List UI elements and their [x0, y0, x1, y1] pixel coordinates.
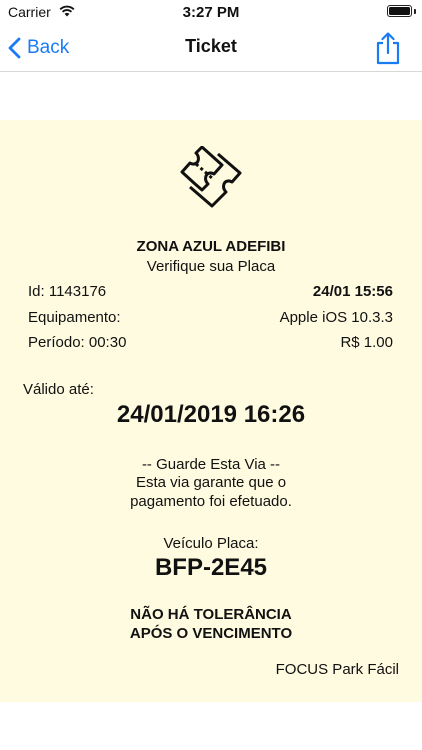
- ticket-datetime: 24/01 15:56: [312, 283, 393, 300]
- ticket-id: Id: 1143176: [28, 283, 107, 300]
- ticket-card: ZONA AZUL ADEFIBI Verifique sua Placa Id…: [0, 120, 422, 702]
- period-label: Período: 00:30: [28, 334, 127, 351]
- battery-cap: [414, 9, 416, 14]
- keep-receipt-label: -- Guarde Esta Via --: [141, 456, 281, 473]
- zone-name: ZONA AZUL ADEFIBI: [136, 238, 286, 255]
- valid-until-label: Válido até:: [23, 381, 94, 398]
- valid-until-value: 24/01/2019 16:26: [116, 401, 306, 428]
- page-title: Ticket: [185, 36, 237, 56]
- guarantee-line-2: pagamento foi efetuado.: [130, 493, 292, 510]
- equipment-label: Equipamento:: [28, 309, 121, 326]
- check-plate-label: Verifique sua Placa: [146, 258, 276, 275]
- status-bar: Carrier 3:27 PM: [0, 0, 422, 24]
- battery-icon: [387, 5, 412, 17]
- footer-brand: FOCUS Park Fácil: [275, 661, 399, 678]
- vehicle-plate-label: Veículo Placa:: [163, 535, 259, 552]
- price-value: R$ 1.00: [340, 334, 393, 351]
- vehicle-plate: BFP-2E45: [154, 554, 268, 581]
- equipment-value: Apple iOS 10.3.3: [279, 309, 393, 326]
- no-tolerance-line-2: APÓS O VENCIMENTO: [129, 625, 293, 642]
- navigation-bar: Back Ticket: [0, 24, 422, 72]
- no-tolerance-line-1: NÃO HÁ TOLERÂNCIA: [130, 606, 292, 623]
- share-icon: [376, 32, 400, 65]
- share-button[interactable]: [374, 31, 402, 65]
- ticket-icon: [174, 145, 246, 208]
- guarantee-line-1: Esta via garante que o: [135, 474, 287, 491]
- status-time: 3:27 PM: [182, 4, 240, 21]
